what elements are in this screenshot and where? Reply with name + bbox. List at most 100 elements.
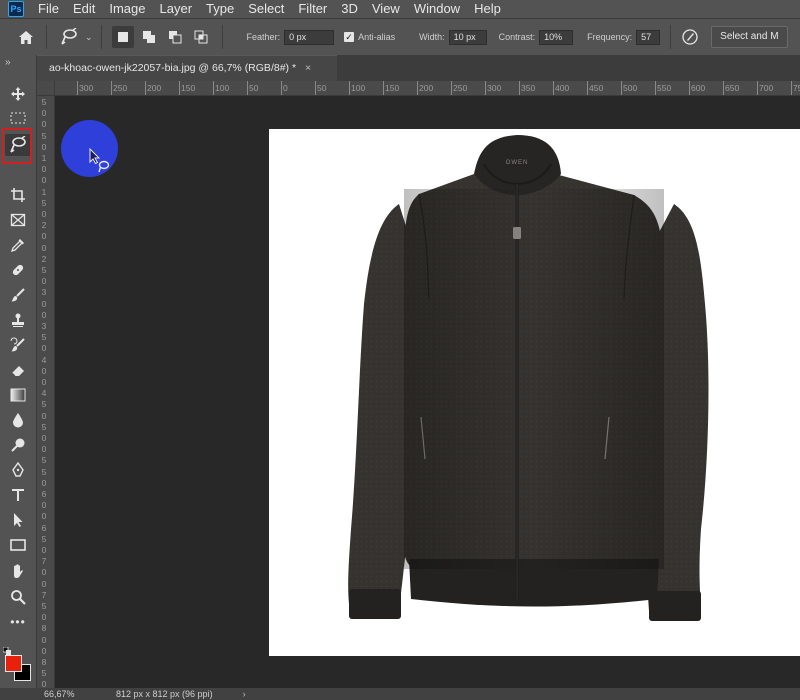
intersect-selection-icon: [194, 30, 208, 44]
ruler-tick-label: 3: [41, 321, 47, 331]
contrast-input[interactable]: 10%: [539, 29, 574, 45]
frequency-input[interactable]: 57: [636, 29, 661, 45]
zoom-tool[interactable]: [5, 586, 31, 608]
blur-tool[interactable]: [5, 409, 31, 431]
add-to-selection-button[interactable]: [138, 26, 160, 48]
horizontal-ruler[interactable]: 300 250 200 150 100 50 0 50 100 150 200 250 300 350 40…: [55, 81, 800, 96]
path-selection-tool[interactable]: [5, 509, 31, 531]
ruler-tick-label: 0: [41, 377, 47, 387]
menu-3d[interactable]: 3D: [334, 0, 365, 18]
eraser-tool[interactable]: [5, 359, 31, 381]
menu-file[interactable]: File: [31, 0, 66, 18]
contrast-label: Contrast:: [498, 32, 536, 42]
zoom-level[interactable]: 66,67%: [44, 689, 104, 699]
gradient-tool[interactable]: [5, 384, 31, 406]
document-canvas[interactable]: OWEN: [269, 129, 800, 656]
gradient-icon: [10, 388, 26, 402]
ruler-tick: [689, 81, 690, 95]
ruler-tick-label: 0: [41, 141, 47, 152]
menu-view[interactable]: View: [365, 0, 407, 18]
panel-collapse-icon[interactable]: »: [0, 55, 36, 69]
type-icon: [12, 489, 24, 501]
ruler-tick: [247, 81, 248, 95]
more-tools-button[interactable]: •••: [5, 611, 31, 633]
bandage-icon: [12, 264, 24, 276]
stylus-pressure-button[interactable]: [679, 26, 701, 48]
eyedropper-tool[interactable]: [5, 234, 31, 256]
frame-tool[interactable]: [5, 209, 31, 231]
document-info: 812 px x 812 px (96 ppi): [116, 689, 213, 699]
width-input[interactable]: 10 px: [448, 29, 487, 45]
menu-image[interactable]: Image: [102, 0, 152, 18]
separator: [100, 25, 102, 49]
antialias-checkbox[interactable]: ✓ Anti-alias: [344, 32, 395, 42]
type-tool[interactable]: [5, 484, 31, 506]
subtract-from-selection-button[interactable]: [164, 26, 186, 48]
vertical-ruler[interactable]: 5005010015020025030035040045050055060065…: [37, 96, 55, 688]
dodge-tool[interactable]: [5, 434, 31, 456]
ellipsis-icon: •••: [10, 615, 26, 629]
menu-bar: Ps File Edit Image Layer Type Select Fil…: [0, 0, 800, 18]
new-selection-button[interactable]: [111, 26, 134, 48]
marquee-tool[interactable]: [5, 107, 31, 129]
home-button[interactable]: [14, 25, 38, 49]
tools-panel: » •••: [0, 55, 37, 688]
ruler-tick-label: 0: [41, 477, 47, 488]
ruler-tick-label: 8: [41, 657, 47, 667]
ruler-tick-label: 750: [793, 83, 800, 93]
tool-preset-picker[interactable]: ⌄: [59, 28, 93, 46]
intersect-selection-button[interactable]: [190, 26, 212, 48]
ruler-tick-label: 2: [41, 253, 47, 264]
brush-tool[interactable]: [5, 284, 31, 306]
ruler-tick-label: 150: [385, 83, 400, 93]
crop-tool[interactable]: [5, 184, 31, 206]
ruler-tick-label: 0: [41, 410, 47, 421]
status-menu-arrow-icon[interactable]: ›: [243, 689, 246, 699]
history-brush-tool[interactable]: [5, 334, 31, 356]
ruler-tick: [77, 81, 78, 95]
brush-icon: [11, 288, 25, 302]
pen-tool[interactable]: [5, 459, 31, 481]
ruler-tick: [519, 81, 520, 95]
menu-edit[interactable]: Edit: [66, 0, 102, 18]
feather-label: Feather:: [246, 32, 281, 42]
ruler-tick-label: 500: [623, 83, 638, 93]
ruler-tick-label: 0: [283, 83, 288, 93]
ruler-tick-label: 0: [41, 276, 47, 287]
ruler-tick-label: 150: [181, 83, 196, 93]
ruler-tick-label: 5: [41, 455, 47, 466]
foreground-color-swatch[interactable]: [5, 655, 22, 672]
rectangle-icon: [10, 539, 26, 551]
eyedropper-icon: [10, 239, 24, 253]
new-selection-icon: [117, 32, 128, 42]
close-icon[interactable]: ×: [305, 62, 311, 74]
menu-window[interactable]: Window: [407, 0, 467, 18]
ruler-tick-label: 5: [41, 533, 47, 544]
clone-stamp-tool[interactable]: [5, 309, 31, 331]
menu-type[interactable]: Type: [199, 0, 241, 18]
ruler-tick-label: 600: [691, 83, 706, 93]
healing-brush-tool[interactable]: [5, 259, 31, 281]
pen-icon: [12, 462, 24, 477]
ruler-tick-label: 7: [41, 556, 47, 567]
ruler-tick: [485, 81, 486, 95]
ruler-tick: [213, 81, 214, 95]
select-and-mask-button[interactable]: Select and M: [711, 26, 788, 48]
ruler-tick-label: 5: [41, 130, 47, 141]
ruler-tick-label: 200: [419, 83, 434, 93]
rectangle-tool[interactable]: [5, 534, 31, 556]
svg-text:OWEN: OWEN: [506, 160, 529, 166]
canvas-workspace[interactable]: OWEN: [55, 96, 800, 688]
ruler-tick-label: 5: [41, 332, 47, 343]
color-swatches: [3, 647, 35, 683]
stylus-pressure-icon: [682, 29, 698, 45]
document-tab[interactable]: ao-khoac-owen-jk22057-bia.jpg @ 66,7% (R…: [37, 55, 337, 81]
feather-input[interactable]: 0 px: [284, 29, 335, 45]
menu-select[interactable]: Select: [241, 0, 291, 18]
ruler-origin[interactable]: [37, 81, 55, 96]
hand-tool[interactable]: [5, 560, 31, 582]
move-tool[interactable]: [5, 83, 31, 105]
menu-help[interactable]: Help: [467, 0, 508, 18]
menu-filter[interactable]: Filter: [291, 0, 334, 18]
menu-layer[interactable]: Layer: [153, 0, 200, 18]
